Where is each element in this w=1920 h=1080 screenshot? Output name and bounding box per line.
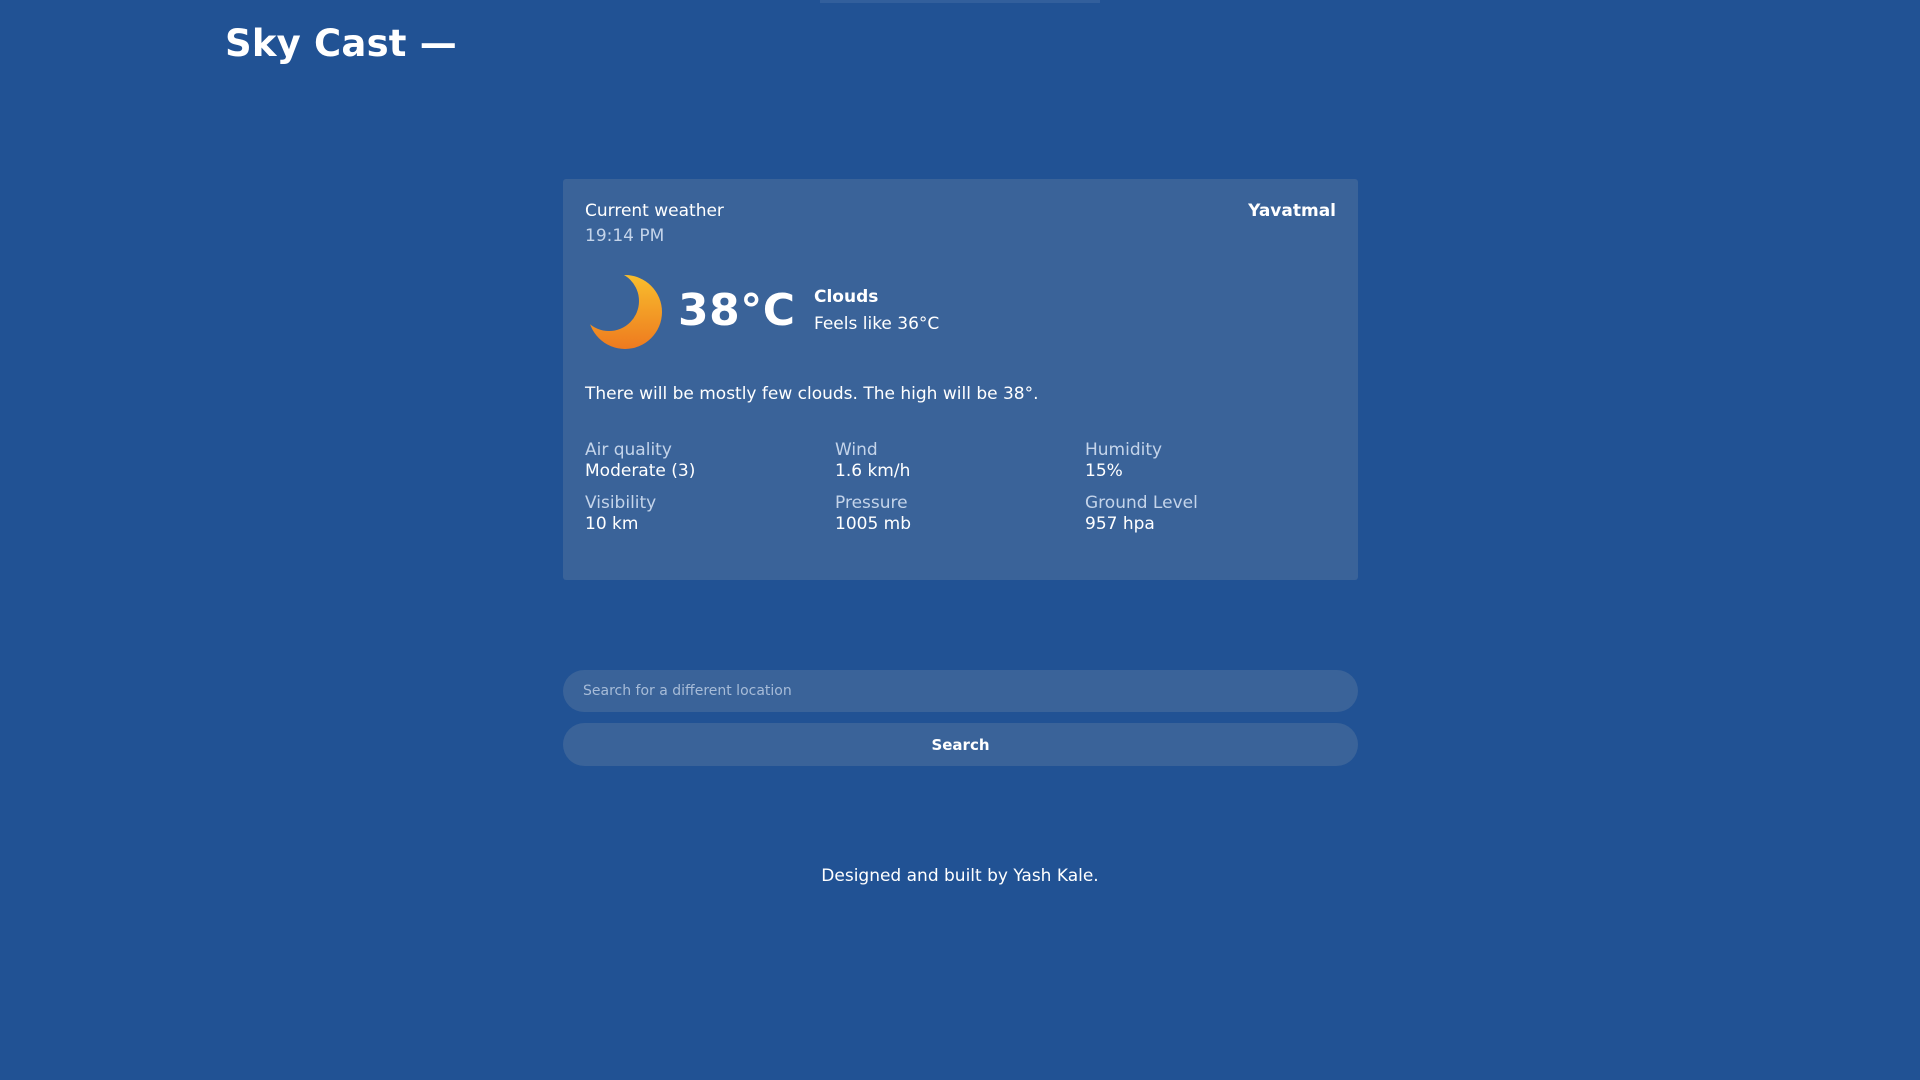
location-name: Yavatmal <box>1248 201 1336 221</box>
stat-value: 957 hpa <box>1085 514 1155 534</box>
stat-value: 1005 mb <box>835 514 912 534</box>
weather-condition: Clouds <box>814 287 879 307</box>
stat-label: Wind <box>835 440 878 460</box>
footer-credit: Designed and built by Yash Kale. <box>821 866 1099 886</box>
top-accent <box>820 0 1100 3</box>
search-button[interactable]: Search <box>563 723 1358 766</box>
stat-value: 15% <box>1085 461 1123 481</box>
stat-humidity: Humidity 15% <box>1085 439 1325 481</box>
stat-air-quality: Air quality Moderate (3) <box>585 439 825 481</box>
stat-value: Moderate (3) <box>585 461 696 481</box>
stat-label: Pressure <box>835 493 908 513</box>
stat-wind: Wind 1.6 km/h <box>835 439 1075 481</box>
temperature: 38°C <box>678 285 796 336</box>
feels-like: Feels like 36°C <box>814 314 940 334</box>
stat-label: Visibility <box>585 493 657 513</box>
moon-icon <box>588 275 662 349</box>
stat-ground-level: Ground Level 957 hpa <box>1085 492 1325 534</box>
stat-value: 10 km <box>585 514 639 534</box>
card-heading: Current weather <box>585 201 724 221</box>
search-input[interactable] <box>563 670 1358 712</box>
current-weather-card: Current weather 19:14 PM Yavatmal 38°C C… <box>563 179 1358 580</box>
current-time: 19:14 PM <box>585 226 665 246</box>
stat-visibility: Visibility 10 km <box>585 492 825 534</box>
app-title: Sky Cast — <box>225 22 457 65</box>
stat-pressure: Pressure 1005 mb <box>835 492 1075 534</box>
stat-label: Air quality <box>585 440 672 460</box>
stat-value: 1.6 km/h <box>835 461 911 481</box>
stat-label: Humidity <box>1085 440 1163 460</box>
weather-summary: There will be mostly few clouds. The hig… <box>585 384 1039 404</box>
stat-label: Ground Level <box>1085 493 1198 513</box>
